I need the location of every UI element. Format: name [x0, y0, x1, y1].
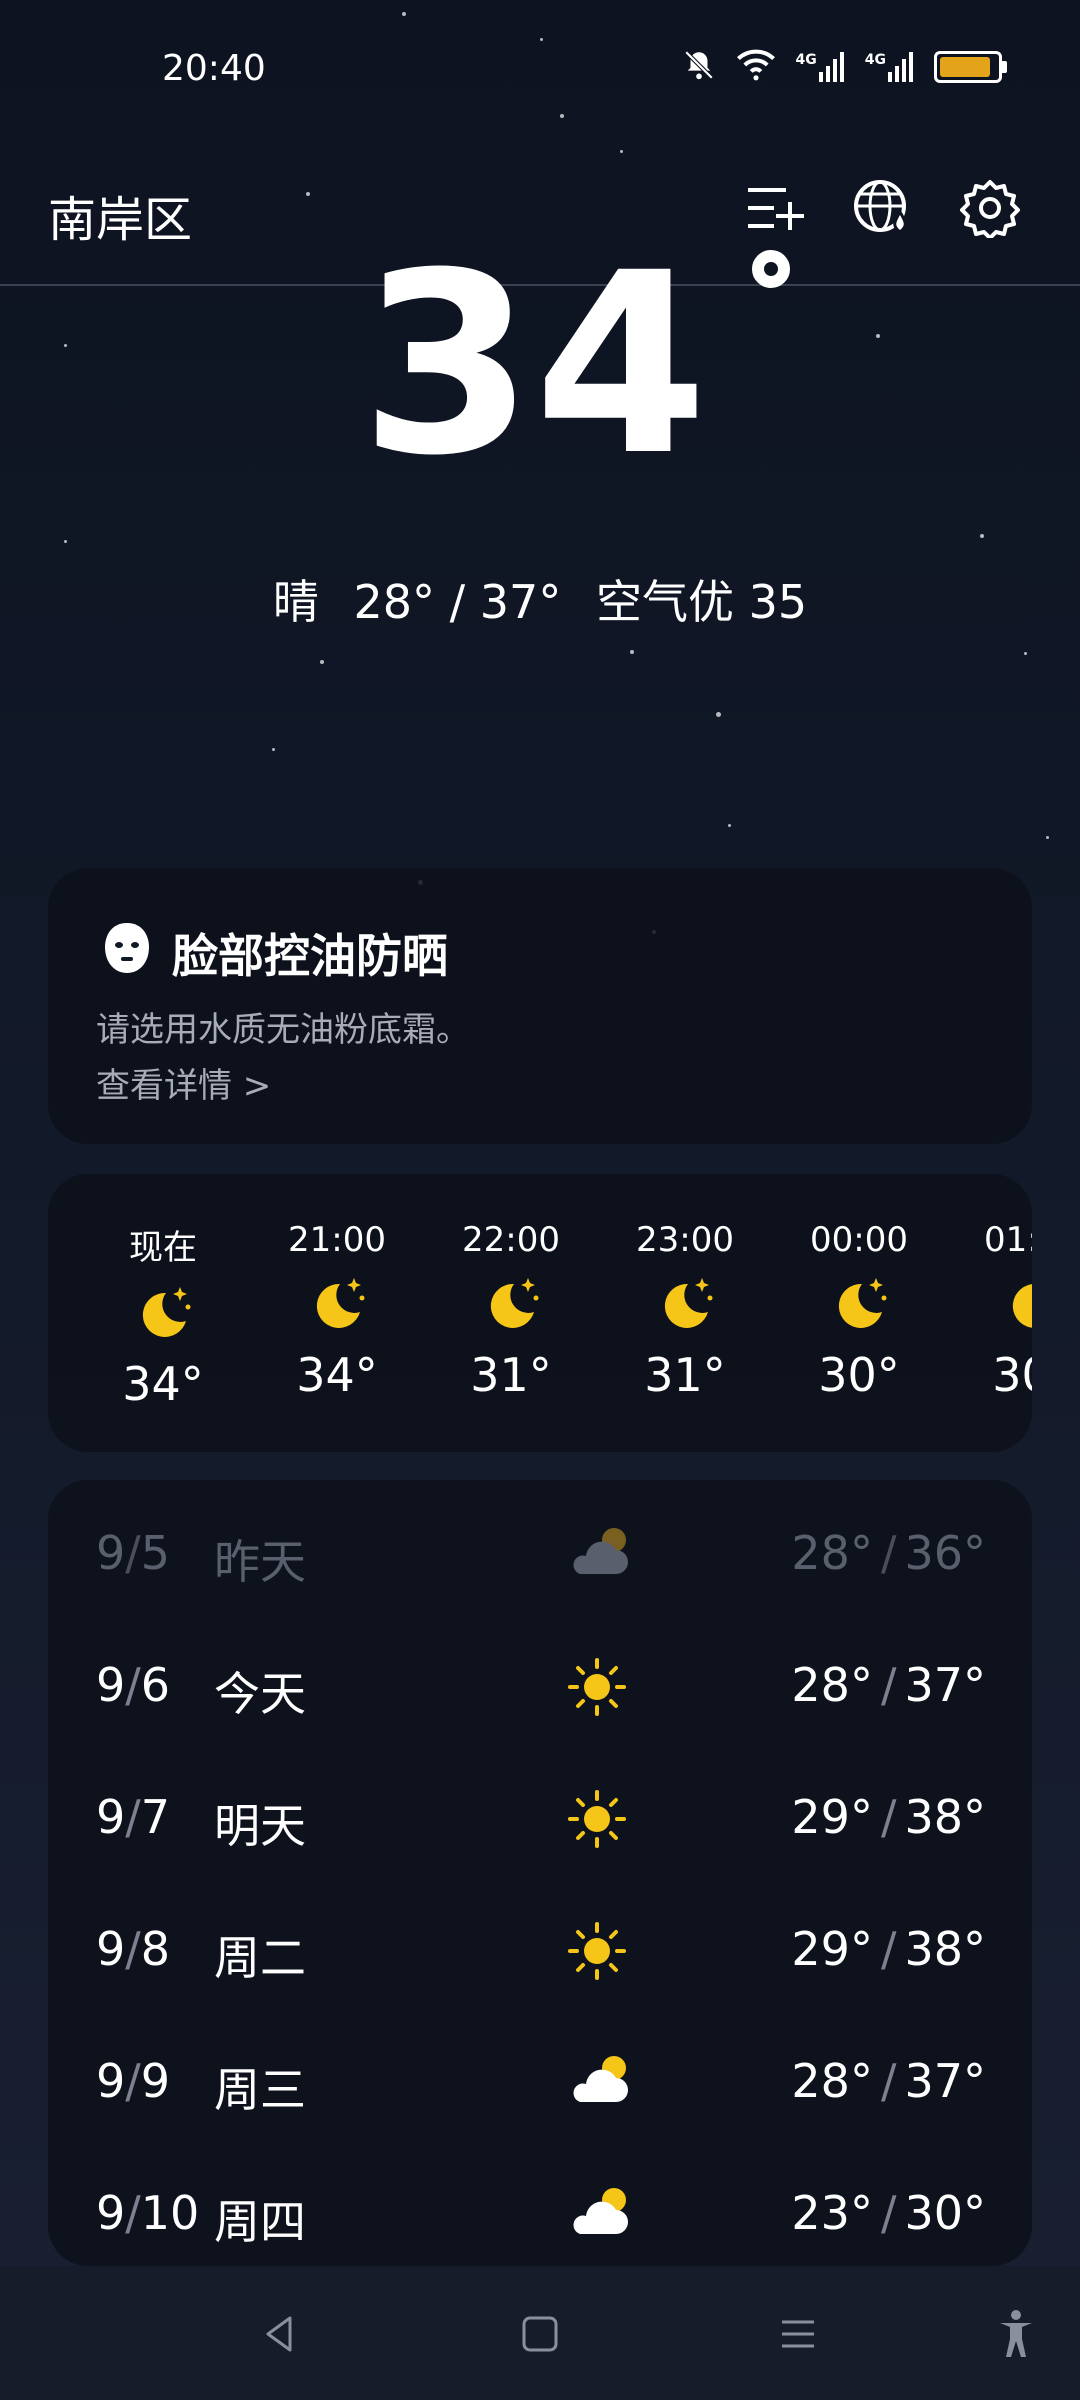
weather-summary: 晴 28° / 37° 空气优 35 [0, 566, 1080, 632]
hour-label: 21:00 [288, 1220, 386, 1260]
back-triangle-icon [266, 2316, 292, 2352]
battery-icon [934, 51, 1007, 83]
hourly-item: 21:00 34° [250, 1220, 424, 1411]
day-name: 周四 [214, 2195, 306, 2249]
tip-description: 请选用水质无油粉底霜。 [96, 1010, 470, 1050]
hour-label: 22:00 [462, 1220, 560, 1260]
current-temperature: 34 [360, 219, 708, 510]
moon-star-icon [828, 1274, 890, 1340]
status-icons: 4G 4G [682, 48, 1007, 86]
cloudy-icon [566, 1524, 634, 1589]
moon-star-icon [1002, 1274, 1032, 1340]
navigation-bar [0, 2266, 1080, 2400]
list-add-icon [748, 188, 804, 230]
hour-temperature: 31° [470, 1348, 552, 1402]
hour-temperature: 34° [122, 1357, 204, 1411]
daily-row[interactable]: 9/9 周三 28°/37° [96, 2044, 986, 2124]
location-title[interactable]: 南岸区 [48, 180, 192, 250]
moon-star-icon [132, 1283, 194, 1349]
hourly-item: 23:00 31° [598, 1220, 772, 1411]
day-name: 周二 [214, 1931, 306, 1985]
globe-weather-button[interactable] [852, 178, 912, 238]
daily-row[interactable]: 9/8 周二 29°/38° [96, 1912, 986, 1992]
signal-4g-icon: 4G [796, 52, 845, 82]
day-date: 9/5 [96, 1526, 171, 1580]
aqi-text[interactable]: 空气优 35 [596, 575, 807, 629]
day-date: 9/8 [96, 1922, 171, 1976]
sun-icon [566, 1920, 628, 1993]
today-range: 28° / 37° [353, 575, 562, 629]
bell-muted-icon [682, 48, 716, 86]
day-date: 9/10 [96, 2186, 200, 2240]
city-manage-button[interactable] [744, 178, 804, 238]
daily-forecast-card[interactable]: 9/5 昨天 28°/36° 9/6 今天 28°/37° 9/7 明天 29°/38° 9/8 周… [48, 1480, 1032, 2266]
day-temp-range: 23°/30° [791, 2186, 986, 2240]
menu-lines-icon [782, 2320, 814, 2348]
home-button[interactable] [510, 2304, 570, 2364]
day-temp-range: 28°/37° [791, 1658, 986, 1712]
hourly-item: 22:00 31° [424, 1220, 598, 1411]
accessibility-button[interactable] [986, 2304, 1046, 2364]
daily-row[interactable]: 9/6 今天 28°/37° [96, 1648, 986, 1728]
day-name: 明天 [214, 1799, 306, 1853]
daily-row[interactable]: 9/7 明天 29°/38° [96, 1780, 986, 1860]
wifi-icon [736, 49, 776, 85]
hourly-forecast-card[interactable]: 现在34°21:0034°22:0031°23:0031°00:0030°01:… [48, 1174, 1032, 1452]
partly-cloudy-icon [566, 2184, 634, 2249]
hour-label: 23:00 [636, 1220, 734, 1260]
hour-label: 01:00 [984, 1220, 1032, 1260]
day-name: 今天 [214, 1667, 306, 1721]
hour-temperature: 30° [818, 1348, 900, 1402]
degree-symbol [752, 250, 790, 288]
hour-label: 现在 [129, 1228, 197, 1268]
hourly-item: 01:00 30° [946, 1220, 1032, 1411]
daily-row[interactable]: 9/10 周四 23°/30° [96, 2176, 986, 2256]
home-square-icon [522, 2316, 558, 2352]
day-name: 昨天 [214, 1535, 306, 1589]
hourly-item: 现在 34° [76, 1220, 250, 1411]
day-temp-range: 29°/38° [791, 1922, 986, 1976]
daily-row[interactable]: 9/5 昨天 28°/36° [96, 1516, 986, 1596]
face-mask-icon [102, 921, 152, 986]
hourly-item: 00:00 30° [772, 1220, 946, 1411]
hour-temperature: 30° [992, 1348, 1032, 1402]
hour-temperature: 31° [644, 1348, 726, 1402]
moon-star-icon [480, 1274, 542, 1340]
status-bar: 20:40 4G 4G [0, 0, 1080, 140]
hour-temperature: 34° [296, 1348, 378, 1402]
day-date: 9/7 [96, 1790, 171, 1844]
globe-drop-icon [854, 180, 907, 234]
accessibility-icon [1000, 2310, 1032, 2357]
day-date: 9/9 [96, 2054, 171, 2108]
sun-icon [566, 1788, 628, 1861]
status-time: 20:40 [162, 48, 266, 89]
day-date: 9/6 [96, 1658, 171, 1712]
sun-icon [566, 1656, 628, 1729]
recents-button[interactable] [768, 2304, 828, 2364]
gear-icon [960, 180, 1020, 238]
partly-cloudy-icon [566, 2052, 634, 2117]
tip-details-link[interactable]: 查看详情 > [96, 1058, 271, 1107]
day-temp-range: 28°/37° [791, 2054, 986, 2108]
day-name: 周三 [214, 2063, 306, 2117]
settings-button[interactable] [960, 178, 1020, 238]
condition-text: 晴 [272, 575, 319, 629]
day-temp-range: 29°/38° [791, 1790, 986, 1844]
back-button[interactable] [250, 2304, 310, 2364]
moon-star-icon [654, 1274, 716, 1340]
life-tip-card[interactable]: 脸部控油防晒 请选用水质无油粉底霜。 查看详情 > [48, 868, 1032, 1144]
signal-4g-icon: 4G [865, 52, 914, 82]
hour-label: 00:00 [810, 1220, 908, 1260]
tip-title: 脸部控油防晒 [172, 929, 448, 983]
day-temp-range: 28°/36° [791, 1526, 986, 1580]
moon-star-icon [306, 1274, 368, 1340]
